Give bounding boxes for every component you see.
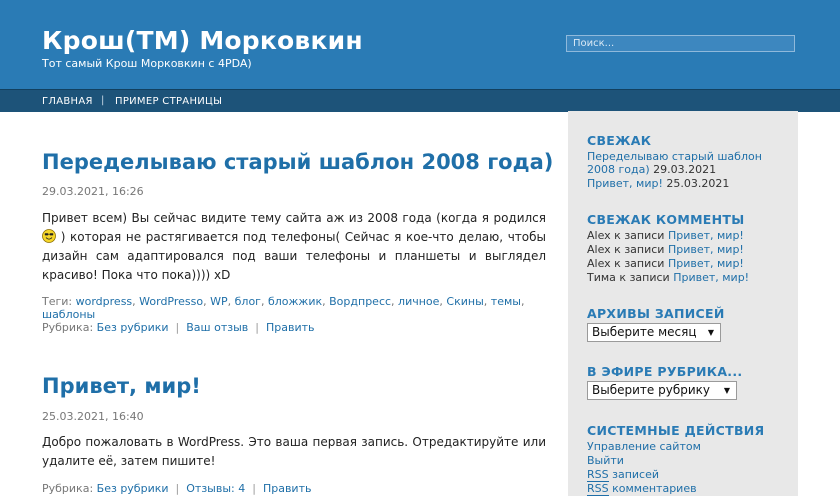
- tag-link[interactable]: бложжик: [268, 295, 322, 308]
- sidebar: СВЕЖАК Переделываю старый шаблон 2008 го…: [568, 111, 798, 496]
- tags-label: Теги:: [42, 295, 73, 308]
- recent-post-date: 25.03.2021: [666, 177, 730, 190]
- category-link[interactable]: Без рубрики: [97, 321, 169, 334]
- edit-link[interactable]: Править: [263, 482, 312, 495]
- post-title[interactable]: Привет, мир!: [42, 374, 201, 398]
- archives-select-value: Выберите месяц: [592, 325, 697, 339]
- rss-posts-label: записей: [612, 468, 660, 481]
- categories-heading: В ЭФИРЕ РУБРИКА...: [587, 364, 743, 379]
- comment-post-link[interactable]: Привет, мир!: [668, 229, 744, 242]
- rss-abbr: RSS: [587, 482, 609, 496]
- post-date: 25.03.2021, 16:40: [42, 410, 144, 423]
- recent-post-date: 29.03.2021: [653, 163, 717, 176]
- post-text: ) которая не растягивается под телефоны(…: [42, 230, 546, 282]
- site-description: Тот самый Крош Морковкин с 4PDA): [42, 57, 252, 70]
- recent-comments-heading: СВЕЖАК КОММЕНТЫ: [587, 212, 745, 227]
- logout-link[interactable]: Выйти: [587, 454, 624, 467]
- comment-post-link[interactable]: Привет, мир!: [668, 257, 744, 270]
- category-link[interactable]: Без рубрики: [97, 482, 169, 495]
- nav-item-home[interactable]: ГЛАВНАЯ: [42, 96, 93, 107]
- chevron-down-icon: ▼: [707, 328, 714, 337]
- meta-item: RSS комментариев: [587, 482, 697, 496]
- comment-post-link[interactable]: Привет, мир!: [673, 271, 749, 284]
- rss-comments-link[interactable]: RSS комментариев: [587, 482, 697, 496]
- comment-connector: к записи: [614, 257, 665, 270]
- comment-connector: к записи: [614, 229, 665, 242]
- archives-select[interactable]: Выберите месяц ▼: [587, 323, 721, 342]
- comment-connector: к записи: [619, 271, 670, 284]
- rss-abbr: RSS: [587, 468, 609, 482]
- post-text: Привет всем) Вы сейчас видите тему сайта…: [42, 211, 546, 225]
- tag-link[interactable]: WordPresso: [139, 295, 203, 308]
- recent-comment-item: Alex к записи Привет, мир!: [587, 257, 744, 270]
- post-tags: Теги: wordpress, WordPresso, WP, блог, б…: [42, 295, 525, 321]
- comment-author: Alex: [587, 257, 611, 270]
- tag-link[interactable]: темы: [491, 295, 521, 308]
- recent-post-link[interactable]: Привет, мир!: [587, 177, 663, 190]
- admin-link[interactable]: Управление сайтом: [587, 440, 701, 453]
- recent-comment-item: Alex к записи Привет, мир!: [587, 229, 744, 242]
- meta-item: Выйти: [587, 454, 624, 467]
- meta-heading: СИСТЕМНЫЕ ДЕЙСТВИЯ: [587, 423, 765, 438]
- comment-author: Alex: [587, 229, 611, 242]
- recent-comment-item: Alex к записи Привет, мир!: [587, 243, 744, 256]
- post-title[interactable]: Переделываю старый шаблон 2008 года): [42, 150, 553, 174]
- site-header: Крош(TM) Морковкин Тот самый Крош Морков…: [0, 0, 840, 89]
- comments-link[interactable]: Отзывы: 4: [186, 482, 245, 495]
- reply-link[interactable]: Ваш отзыв: [186, 321, 248, 334]
- search-input[interactable]: [566, 35, 795, 52]
- comment-post-link[interactable]: Привет, мир!: [668, 243, 744, 256]
- post-content: Добро пожаловать в WordPress. Это ваша п…: [42, 435, 546, 468]
- tag-link[interactable]: wordpress: [76, 295, 133, 308]
- recent-comment-item: Тима к записи Привет, мир!: [587, 271, 749, 284]
- post-footer: Рубрика: Без рубрики | Ваш отзыв | Править: [42, 321, 315, 334]
- archives-heading: АРХИВЫ ЗАПИСЕЙ: [587, 306, 725, 321]
- post-date: 29.03.2021, 16:26: [42, 185, 144, 198]
- post-content: Привет всем) Вы сейчас видите тему сайта…: [42, 209, 546, 285]
- tag-link[interactable]: личное: [398, 295, 439, 308]
- meta-item: Управление сайтом: [587, 440, 701, 453]
- nav-separator: |: [101, 95, 105, 106]
- rss-posts-link[interactable]: RSS записей: [587, 468, 659, 482]
- tag-link[interactable]: блог: [235, 295, 261, 308]
- meta-item: RSS записей: [587, 468, 659, 482]
- chevron-down-icon: ▼: [723, 386, 730, 395]
- categories-select[interactable]: Выберите рубрику ▼: [587, 381, 737, 400]
- recent-post-item: Переделываю старый шаблон 2008 года) 29.…: [587, 150, 777, 176]
- rss-comments-label: комментариев: [612, 482, 697, 495]
- tag-link[interactable]: шаблоны: [42, 308, 95, 321]
- tag-link[interactable]: Вордпресс: [329, 295, 391, 308]
- tag-link[interactable]: Скины: [446, 295, 483, 308]
- comment-connector: к записи: [614, 243, 665, 256]
- nav-item-sample-page[interactable]: ПРИМЕР СТРАНИЦЫ: [115, 96, 222, 107]
- category-label: Рубрика:: [42, 482, 94, 495]
- category-label: Рубрика:: [42, 321, 94, 334]
- main-nav: ГЛАВНАЯ | ПРИМЕР СТРАНИЦЫ: [0, 89, 840, 112]
- categories-select-value: Выберите рубрику: [592, 383, 710, 397]
- tag-link[interactable]: WP: [210, 295, 228, 308]
- edit-link[interactable]: Править: [266, 321, 315, 334]
- comment-author: Тима: [587, 271, 616, 284]
- comment-author: Alex: [587, 243, 611, 256]
- recent-posts-heading: СВЕЖАК: [587, 133, 652, 148]
- post-footer: Рубрика: Без рубрики | Отзывы: 4 | Править: [42, 482, 312, 495]
- site-title[interactable]: Крош(TM) Морковкин: [42, 26, 363, 55]
- smiley-icon: [42, 229, 56, 243]
- recent-post-item: Привет, мир! 25.03.2021: [587, 177, 729, 190]
